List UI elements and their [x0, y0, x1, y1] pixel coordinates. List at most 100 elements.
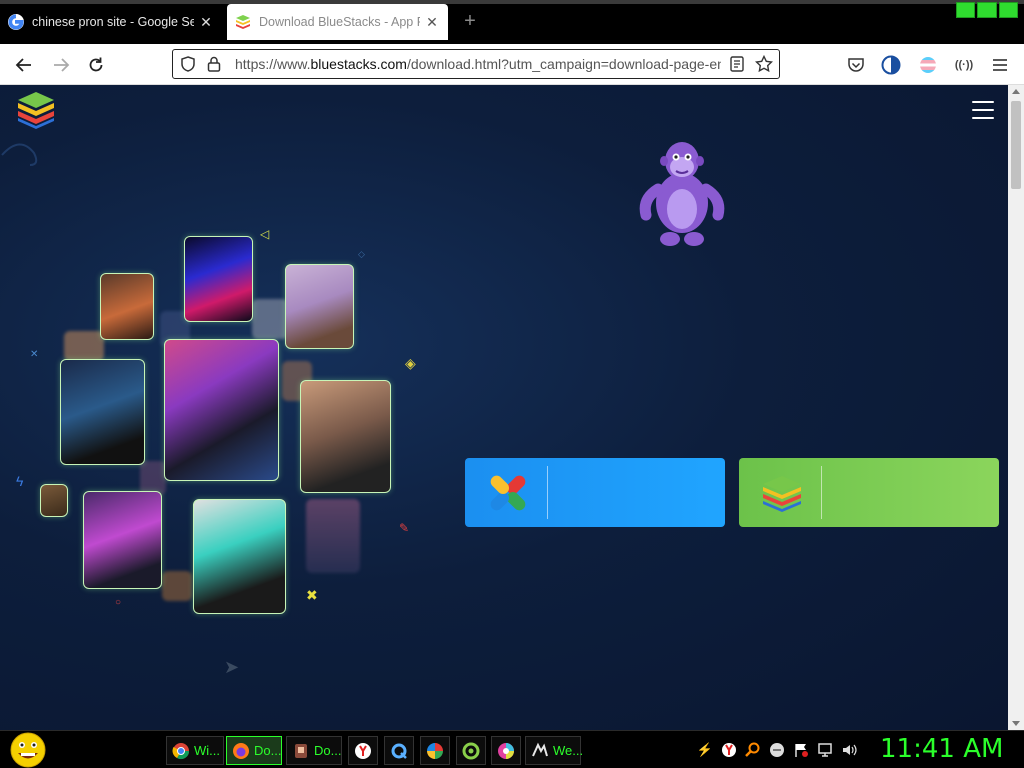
- collage-photo-gamer: [285, 264, 354, 349]
- minimize-button[interactable]: [956, 2, 976, 18]
- bluestacks-logo[interactable]: [16, 91, 56, 129]
- taskbar-item-yandex[interactable]: [348, 736, 378, 765]
- reload-icon: [89, 57, 103, 72]
- decorative-sparkle-icon: ◈: [405, 355, 416, 371]
- taskbar-item-q[interactable]: [384, 736, 414, 765]
- button-divider: [821, 466, 822, 519]
- taskbar-item-chrome[interactable]: Wi...: [166, 736, 224, 765]
- google-g-icon: [8, 14, 24, 30]
- reader-view-icon[interactable]: [728, 55, 746, 73]
- app-icon: [295, 743, 307, 758]
- bluestacks-icon: [236, 15, 250, 29]
- menu-line: [972, 101, 994, 103]
- chrome-icon: [172, 742, 190, 759]
- tab-title: chinese pron site - Google Search: [32, 15, 194, 29]
- scrollbar-thumb[interactable]: [1011, 101, 1021, 189]
- tab-google-search[interactable]: chinese pron site - Google Search ✕: [0, 4, 222, 40]
- collage-photo-blurred: [64, 331, 104, 361]
- chrome-color-icon: [498, 742, 514, 759]
- new-tab-button[interactable]: +: [458, 10, 482, 34]
- tab-title: Download BlueStacks - App Player: [259, 15, 420, 29]
- collage-photo-gamer: [193, 499, 286, 614]
- extension-button[interactable]: ((·)): [951, 52, 977, 78]
- yandex-icon: [355, 742, 371, 759]
- lock-icon[interactable]: [205, 55, 223, 73]
- tray-network-icon[interactable]: [816, 741, 834, 759]
- page-scrollbar[interactable]: [1008, 85, 1024, 730]
- pride-extension-button[interactable]: [915, 52, 941, 78]
- taskbar-item-winamp[interactable]: We...: [525, 736, 584, 765]
- web-page: ◁ ◇ ✕ ◈ ϟ ✎ ✖ ○ ➤: [0, 85, 1008, 730]
- collage-photo-blurred: [252, 299, 288, 339]
- download-bluestacks-5-button[interactable]: [739, 458, 999, 527]
- taskbar-item-download[interactable]: Do...: [286, 736, 342, 765]
- bookmark-star-icon[interactable]: [755, 55, 773, 73]
- collage-photo-gamer: [100, 273, 154, 340]
- taskbar-item-label: Do...: [254, 743, 282, 758]
- collage-photo-gamer: [300, 380, 391, 493]
- taskbar-item-label: We...: [553, 743, 584, 758]
- dark-mode-extension-button[interactable]: [878, 52, 904, 78]
- green-circle-icon: [462, 742, 480, 759]
- collage-photo-gamer: [83, 491, 162, 589]
- purple-gorilla-mascot: [639, 142, 725, 246]
- taskbar-item-label: Do...: [314, 743, 342, 758]
- button-divider: [547, 466, 548, 519]
- url-text[interactable]: https://www.bluestacks.com/download.html…: [235, 56, 721, 72]
- tray-volume-icon[interactable]: [840, 741, 858, 759]
- decorative-triangle-icon: ◁: [260, 227, 270, 241]
- q-icon: [391, 743, 407, 759]
- taskbar: Wi... Do... Do... We... ⚡ 11:41 AM: [0, 730, 1024, 768]
- tray-winamp-icon[interactable]: ⚡: [696, 741, 714, 759]
- tab-bluestacks-download[interactable]: Download BlueStacks - App Player ✕: [227, 4, 448, 40]
- maximize-button[interactable]: [977, 2, 997, 18]
- url-path: /download.html?utm_campaign=download-pag…: [406, 56, 721, 72]
- pinwheel-icon: [427, 742, 443, 759]
- close-window-button[interactable]: [998, 2, 1018, 18]
- taskbar-item-label: Wi...: [194, 743, 220, 758]
- taskbar-item-chrome-color[interactable]: [491, 736, 521, 765]
- tray-emoji-icon[interactable]: [768, 741, 786, 759]
- scroll-down-icon[interactable]: [1012, 721, 1020, 726]
- close-icon[interactable]: ✕: [198, 14, 214, 30]
- taskbar-item-green-app[interactable]: [456, 736, 486, 765]
- system-clock[interactable]: 11:41 AM: [880, 734, 1003, 764]
- decorative-sparkle-icon: ✕: [30, 349, 39, 360]
- tray-action-center-flag-icon[interactable]: [792, 741, 810, 759]
- app-menu-button[interactable]: [987, 52, 1013, 78]
- tray-search-icon[interactable]: [744, 741, 762, 759]
- back-arrow-icon: [15, 58, 31, 72]
- collage-photo-gamer: [184, 236, 253, 322]
- tray-yandex-icon[interactable]: [720, 741, 738, 759]
- address-bar[interactable]: https://www.bluestacks.com/download.html…: [172, 49, 780, 79]
- close-icon[interactable]: ✕: [424, 14, 440, 30]
- back-button[interactable]: [11, 52, 37, 78]
- forward-button[interactable]: [48, 52, 74, 78]
- firefox-icon: [233, 742, 249, 759]
- menu-icon: [993, 59, 1007, 71]
- menu-line: [972, 109, 994, 111]
- download-bluestacks-x-button[interactable]: [465, 458, 725, 527]
- url-scheme: https://www.: [235, 56, 311, 72]
- smiley-start-button[interactable]: [8, 732, 48, 768]
- navigation-toolbar: https://www.bluestacks.com/download.html…: [0, 44, 1024, 85]
- collage-photo-blurred: [306, 499, 360, 573]
- hamburger-menu-button[interactable]: [972, 101, 994, 119]
- tab-strip: chinese pron site - Google Search ✕ Down…: [0, 0, 1024, 44]
- decorative-sparkle-icon: ◇: [358, 249, 365, 259]
- collage-photo-gamer: [164, 339, 279, 481]
- reload-button[interactable]: [83, 52, 109, 78]
- taskbar-item-firefox[interactable]: Do...: [226, 736, 282, 765]
- tracking-shield-icon[interactable]: [179, 55, 197, 73]
- taskbar-item-pinwheel[interactable]: [420, 736, 450, 765]
- menu-line: [972, 117, 994, 119]
- scroll-up-icon[interactable]: [1012, 89, 1020, 94]
- contrast-icon: [881, 55, 901, 75]
- decorative-sparkle-icon: ○: [115, 597, 122, 608]
- collage-photo-blurred: [162, 571, 192, 601]
- decorative-lightning-icon: ϟ: [16, 473, 24, 489]
- pocket-button[interactable]: [843, 52, 869, 78]
- decorative-sparkle-icon: ✎: [399, 521, 410, 535]
- extension-icon: ((·)): [954, 59, 974, 71]
- collage-photo-blurred: [140, 461, 166, 495]
